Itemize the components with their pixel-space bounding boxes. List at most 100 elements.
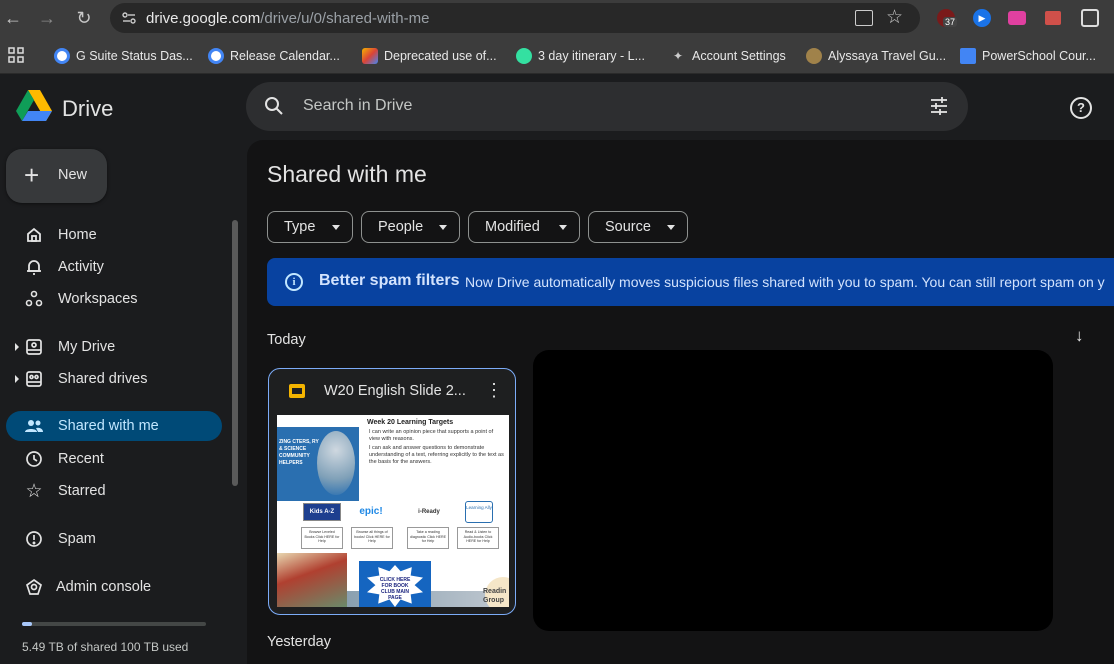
sidebar: Drive + New Home Activity Workspaces My …	[0, 74, 246, 664]
help-icon[interactable]: ?	[1070, 97, 1092, 119]
thumb-caption-box: Take a reading diagnostic Click HERE for…	[407, 527, 449, 549]
bookmark-label: 3 day itinerary - L...	[538, 49, 645, 63]
filter-people[interactable]: People	[361, 211, 460, 243]
browser-toolbar: ← → ↻ drive.google.com/drive/u/0/shared-…	[0, 0, 1114, 36]
plus-icon: +	[24, 160, 40, 190]
thumb-corner-text: Readin Group	[483, 588, 507, 604]
sort-direction-arrow-icon[interactable]: ↓	[1075, 326, 1084, 346]
filter-label: Modified	[485, 219, 540, 235]
spam-filter-banner: i Better spam filters Now Drive automati…	[267, 258, 1114, 306]
bookmark-item[interactable]: Release Calendar...	[208, 48, 340, 64]
file-name: W20 English Slide 2...	[324, 383, 466, 399]
tripadvisor-icon	[516, 48, 532, 64]
extension-play-icon[interactable]: ▶	[973, 9, 991, 27]
sidebar-item-activity[interactable]: Activity	[6, 252, 222, 282]
thumb-bullets: I can write an opinion piece that suppor…	[369, 429, 505, 466]
sidebar-item-shared-with-me[interactable]: Shared with me	[6, 411, 222, 441]
page-title: Shared with me	[267, 161, 427, 187]
header: Search in Drive ?	[246, 74, 1114, 138]
clock-icon	[24, 449, 44, 469]
bookmark-item[interactable]: ✦ Account Settings	[670, 48, 786, 64]
new-button[interactable]: + New	[6, 149, 107, 203]
thumb-heading: Week 20 Learning Targets	[367, 419, 454, 426]
section-today: Today	[267, 332, 306, 348]
docs-icon	[960, 48, 976, 64]
star-icon: ☆	[25, 480, 43, 502]
bookmark-item[interactable]: Alyssaya Travel Gu...	[806, 48, 946, 64]
address-bar[interactable]: drive.google.com/drive/u/0/shared-with-m…	[110, 3, 920, 33]
filter-source[interactable]: Source	[588, 211, 688, 243]
file-card[interactable]: W20 English Slide 2... ⋮ ZING CTERS, RY …	[268, 368, 516, 615]
chevron-down-icon	[559, 225, 567, 230]
people-icon	[24, 416, 44, 436]
sidebar-item-admin-console[interactable]: Admin console	[6, 572, 222, 602]
thumb-character-image	[317, 431, 355, 495]
sidebar-item-label: Admin console	[56, 579, 152, 595]
chevron-down-icon	[439, 225, 447, 230]
bookmark-star-icon[interactable]: ☆	[886, 6, 903, 29]
sidebar-item-recent[interactable]: Recent	[6, 444, 222, 474]
thumb-app-kids-a-z: Kids A-Z	[303, 503, 341, 521]
thumb-caption: Read & Listen to Audio-books Click HERE …	[463, 530, 493, 543]
install-app-icon[interactable]	[855, 10, 873, 26]
sidebar-item-label: Spam	[58, 531, 96, 547]
sidebar-scrollbar[interactable]	[232, 220, 238, 486]
more-options-icon[interactable]: ⋮	[485, 381, 503, 399]
bookmark-item[interactable]: G Suite Status Das...	[54, 48, 193, 64]
sparkle-icon: ✦	[672, 49, 684, 63]
sidebar-item-label: Shared with me	[58, 418, 159, 434]
workspaces-icon	[24, 289, 44, 309]
sidebar-item-label: Workspaces	[58, 291, 138, 307]
sidebar-item-label: Shared drives	[58, 371, 148, 387]
extensions-puzzle-icon[interactable]	[1081, 9, 1099, 27]
bookmark-label: PowerSchool Cour...	[982, 49, 1096, 63]
bell-icon	[24, 257, 44, 277]
apps-grid-icon[interactable]	[8, 47, 24, 68]
filter-modified[interactable]: Modified	[468, 211, 580, 243]
thumb-app-label: Kids A-Z	[309, 509, 335, 515]
extension-video-icon[interactable]	[1008, 11, 1026, 25]
thumb-bullet: I can write an opinion piece that suppor…	[369, 429, 494, 442]
forward-icon[interactable]: →	[34, 5, 60, 31]
bookmark-item[interactable]: Deprecated use of...	[362, 48, 497, 64]
filter-label: People	[378, 219, 424, 235]
sidebar-item-label: Recent	[58, 451, 104, 467]
info-icon: i	[285, 273, 303, 291]
sidebar-item-starred[interactable]: ☆ Starred	[6, 476, 222, 506]
bookmark-item[interactable]: PowerSchool Cour...	[960, 48, 1096, 64]
thumb-caption: Browse all things of books! Click HERE f…	[354, 530, 390, 543]
thumb-app-label: epic!	[359, 506, 383, 517]
drive-logo-icon	[16, 90, 52, 121]
filter-type[interactable]: Type	[267, 211, 353, 243]
sidebar-item-my-drive[interactable]: My Drive	[6, 332, 222, 362]
sidebar-item-workspaces[interactable]: Workspaces	[6, 284, 222, 314]
thumb-caption: Browse Leveled Books Click HERE for Help	[304, 530, 340, 543]
sidebar-item-shared-drives[interactable]: Shared drives	[6, 364, 222, 394]
shared-drives-icon	[24, 369, 44, 389]
banner-text: Now Drive automatically moves suspicious…	[465, 274, 1105, 290]
new-button-label: New	[58, 167, 88, 183]
thumb-caption: Take a reading diagnostic Click HERE for…	[410, 530, 446, 543]
thumb-burst-text: CLICK HERE FOR BOOK CLUB MAIN PAGE	[379, 577, 411, 601]
search-options-icon[interactable]	[929, 96, 949, 121]
back-icon[interactable]: ←	[0, 5, 26, 31]
sidebar-item-spam[interactable]: Spam	[6, 524, 222, 554]
extension-card-icon[interactable]	[1045, 11, 1061, 25]
storage-text: 5.49 TB of shared 100 TB used	[22, 640, 189, 654]
reload-icon[interactable]: ↻	[71, 5, 97, 31]
extension-badge: 37	[943, 17, 958, 27]
url-text: drive.google.com/drive/u/0/shared-with-m…	[146, 10, 429, 27]
site-settings-icon[interactable]	[120, 9, 138, 27]
search-icon[interactable]	[264, 96, 284, 121]
thumb-caption-box: Browse all things of books! Click HERE f…	[351, 527, 393, 549]
bookmark-item[interactable]: 3 day itinerary - L...	[516, 48, 645, 64]
bookmark-label: Release Calendar...	[230, 49, 340, 63]
my-drive-icon	[24, 337, 44, 357]
sidebar-item-label: Activity	[58, 259, 104, 275]
chevron-down-icon	[667, 225, 675, 230]
sidebar-item-home[interactable]: Home	[6, 220, 222, 250]
url-path: /drive/u/0/shared-with-me	[260, 9, 430, 27]
drive-logo[interactable]: Drive	[16, 90, 136, 126]
search-input[interactable]: Search in Drive	[246, 82, 968, 131]
app-name: Drive	[62, 96, 114, 121]
